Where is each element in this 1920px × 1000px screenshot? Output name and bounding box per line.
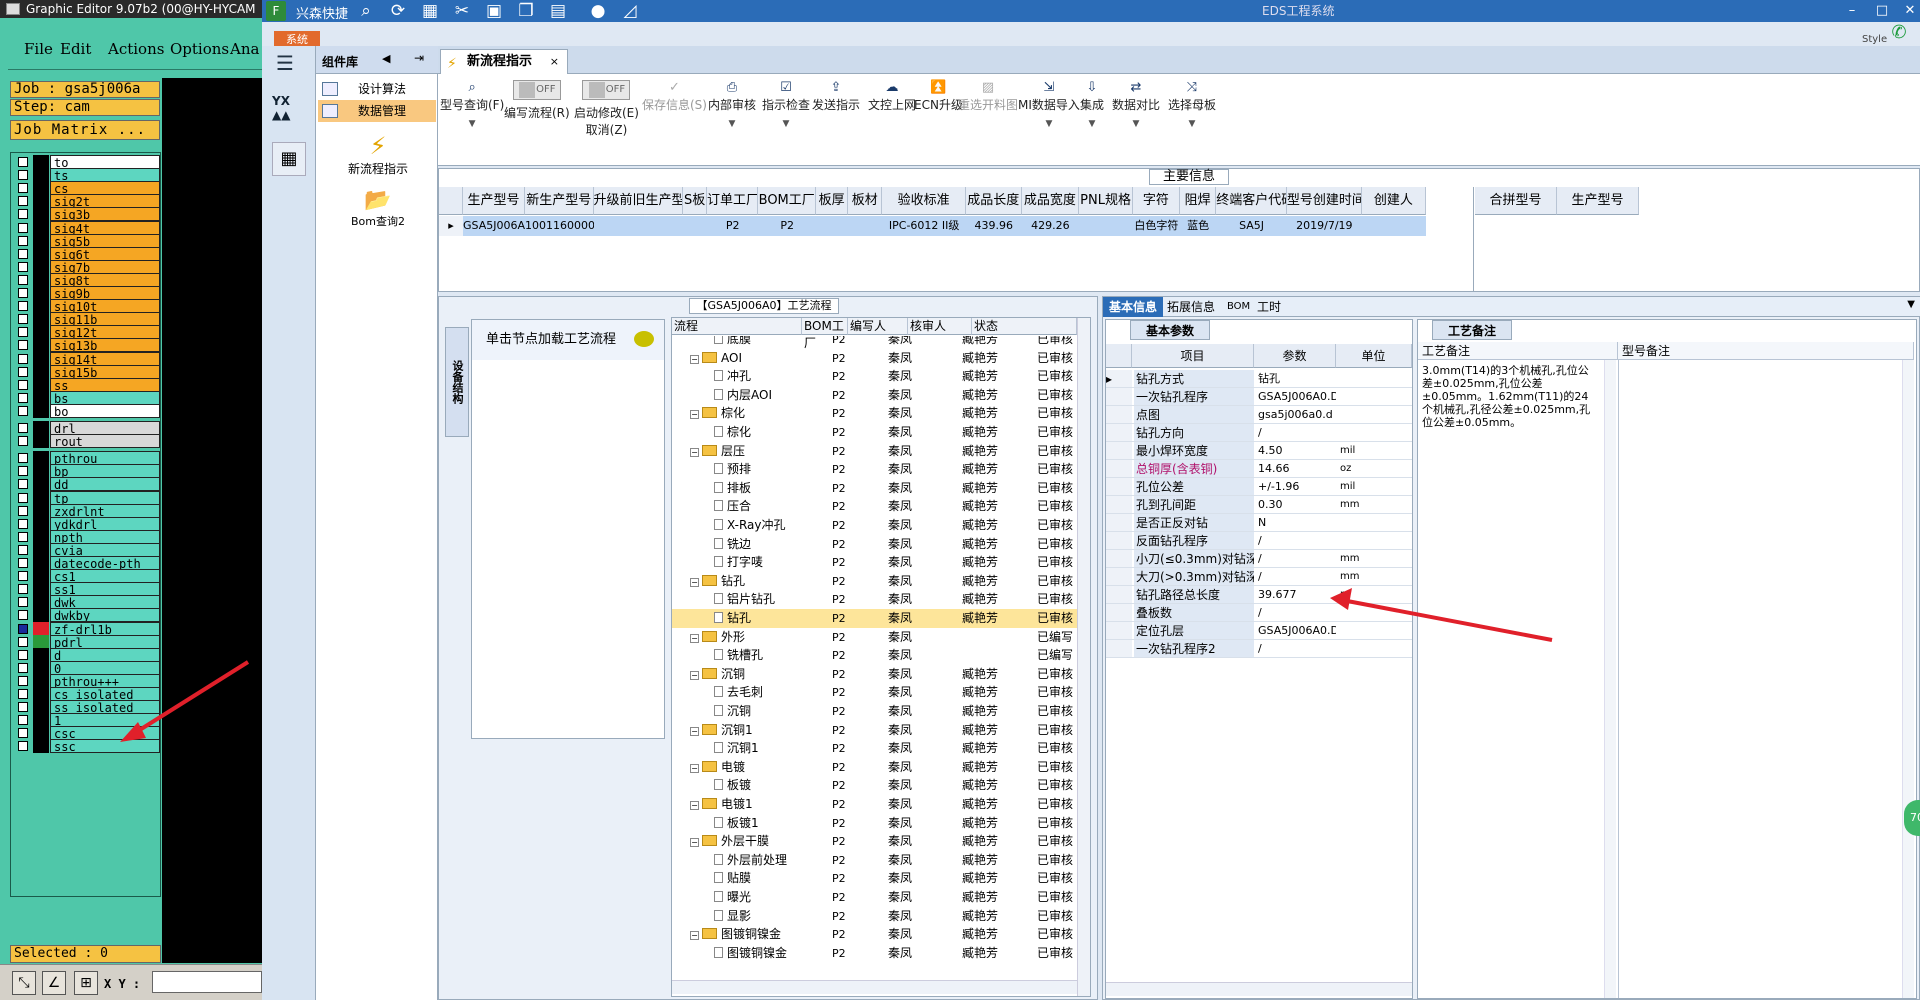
arrow-head-right bbox=[1330, 588, 1352, 610]
arrow-line-left bbox=[128, 660, 250, 738]
annotation-arrows bbox=[120, 588, 1553, 742]
arrow-head-left bbox=[120, 722, 146, 742]
arrow-line-right bbox=[1341, 598, 1553, 642]
